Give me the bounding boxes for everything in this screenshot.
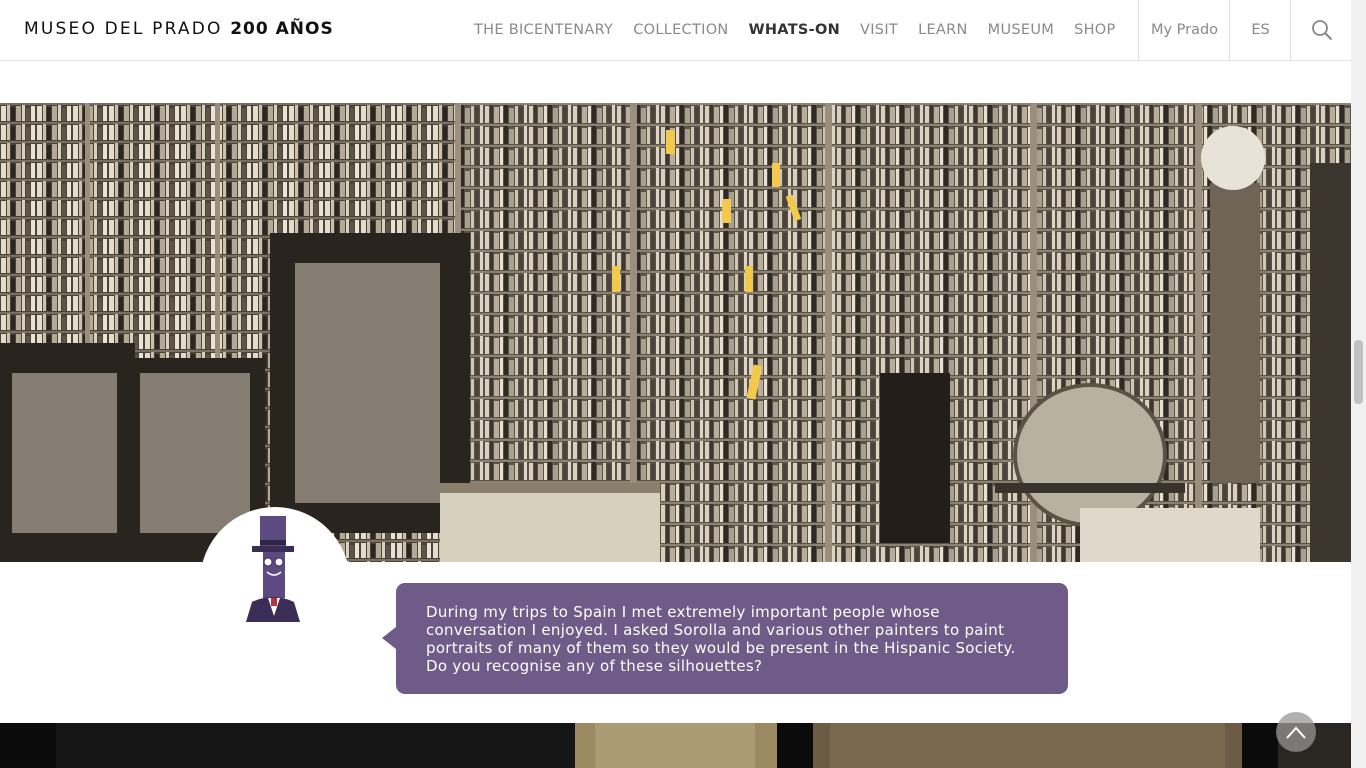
nav-item-shop[interactable]: SHOP	[1074, 22, 1115, 38]
top-hat-character-icon	[246, 516, 300, 622]
main-nav: THE BICENTENARY COLLECTION WHATS-ON VISI…	[474, 0, 1136, 60]
logo-bold-text: 200 AÑOS	[230, 19, 334, 39]
library-image	[0, 103, 1351, 562]
site-logo[interactable]: MUSEO DEL PRADO 200 AÑOS	[24, 19, 334, 39]
speech-bubble: During my trips to Spain I met extremely…	[382, 583, 1068, 694]
language-label: ES	[1251, 22, 1270, 38]
arrow-up-icon	[1286, 726, 1306, 739]
nav-item-visit[interactable]: VISIT	[860, 22, 898, 38]
nav-item-learn[interactable]: LEARN	[918, 22, 968, 38]
nav-item-whats-on[interactable]: WHATS-ON	[749, 22, 840, 38]
nav-item-collection[interactable]: COLLECTION	[633, 22, 728, 38]
search-icon	[1311, 20, 1332, 41]
logo-text: MUSEO DEL PRADO	[24, 19, 223, 39]
scrollbar[interactable]	[1351, 0, 1366, 768]
language-switch[interactable]: ES	[1229, 0, 1291, 60]
library-illustration	[0, 103, 1351, 562]
speech-bubble-text: During my trips to Spain I met extremely…	[426, 603, 1016, 675]
portrait-gallery-strip	[0, 723, 1351, 768]
gallery-preview	[56, 723, 1351, 768]
scroll-to-top-button[interactable]	[1276, 712, 1316, 752]
scrollbar-thumb[interactable]	[1354, 340, 1363, 404]
search-button[interactable]	[1290, 0, 1352, 60]
my-prado-label: My Prado	[1150, 22, 1219, 38]
nav-item-bicentenary[interactable]: THE BICENTENARY	[474, 22, 613, 38]
site-header: MUSEO DEL PRADO 200 AÑOS THE BICENTENARY…	[0, 0, 1351, 61]
nav-item-museum[interactable]: MUSEUM	[988, 22, 1054, 38]
avatar-background	[196, 516, 356, 672]
my-prado-link[interactable]: My Prado	[1138, 0, 1230, 60]
